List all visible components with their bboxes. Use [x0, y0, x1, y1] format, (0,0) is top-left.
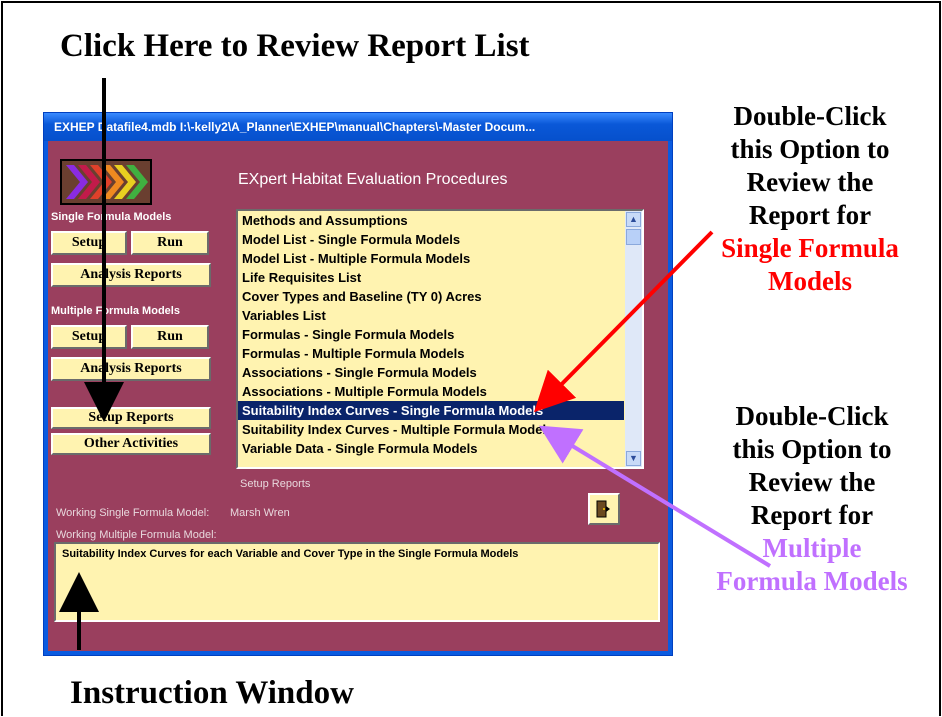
arrow-to-multiple-formula-item [538, 425, 772, 568]
annotation-arrows [59, 78, 772, 650]
arrow-to-single-formula-item [533, 230, 714, 413]
